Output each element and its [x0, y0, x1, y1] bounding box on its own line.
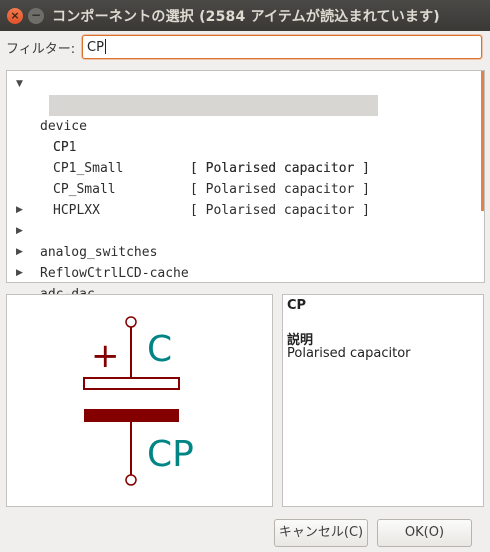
close-icon: × [10, 9, 20, 22]
selection-highlight [49, 95, 378, 116]
tree-component-row[interactable]: CP1_Small [ Polarised capacitor ] [7, 137, 477, 197]
collapsed-arrow-icon[interactable]: ▶ [16, 221, 23, 242]
component-info-panel: CP 説明 Polarised capacitor [282, 294, 484, 507]
tree-scrollbar[interactable] [481, 71, 484, 211]
tree-library-device[interactable]: ▼ device [7, 74, 477, 134]
collapsed-arrow-icon[interactable]: ▶ [16, 242, 23, 263]
tree-component-row[interactable]: CP [ Polarised capacitor ] [7, 95, 477, 176]
tree-library-interface[interactable]: ▶ interface [7, 263, 477, 323]
expanded-arrow-icon[interactable]: ▼ [16, 74, 23, 95]
collapsed-arrow-icon[interactable]: ▶ [16, 200, 23, 221]
info-description: Polarised capacitor [287, 346, 411, 361]
collapsed-arrow-icon[interactable]: ▶ [16, 263, 23, 284]
positive-plate [83, 377, 180, 390]
close-window-button[interactable]: × [7, 8, 23, 24]
filter-input-value: CP [87, 40, 104, 55]
tree-component-row[interactable]: HCPLXX [7, 179, 477, 218]
negative-plate [84, 409, 179, 422]
tree-library-analog-switches[interactable]: ▶ analog_switches [7, 200, 477, 260]
filter-label: フィルター: [6, 42, 76, 57]
text-cursor [104, 39, 106, 54]
minimize-window-button[interactable]: − [28, 8, 44, 24]
value-label: CP [147, 434, 194, 475]
tree-library-adc-dac[interactable]: ▶ adc-dac [7, 242, 477, 302]
component-tree[interactable]: ▼ device CP [ Polarised capacitor ] CP1 … [6, 70, 485, 323]
polarity-plus: + [91, 336, 120, 376]
ok-button[interactable]: OK(O) [377, 519, 472, 547]
symbol-preview: + C CP [6, 294, 273, 507]
capacitor-symbol: + C CP [83, 316, 194, 486]
pin-end-bottom [125, 474, 137, 486]
window-title: コンポーネントの選択 (2584 アイテムが読込まれています) [52, 9, 440, 25]
tree-component-row[interactable]: CP_Small [ Polarised capacitor ] [7, 158, 477, 218]
cancel-button[interactable]: キャンセル(C) [274, 519, 368, 547]
info-component-name: CP [287, 298, 307, 313]
tree-component-row[interactable]: CP1 [ Polarised capacitor ] [7, 116, 477, 176]
tree-library-reflowctrllcd-cache[interactable]: ▶ ReflowCtrlLCD-cache [7, 221, 477, 281]
reference-label: C [147, 329, 172, 370]
minimize-icon: − [30, 8, 42, 22]
pin-end-top [125, 316, 137, 328]
component-chooser-dialog: × − コンポーネントの選択 (2584 アイテムが読込まれています) フィルタ… [0, 0, 490, 552]
title-bar: × − コンポーネントの選択 (2584 アイテムが読込まれています) [0, 0, 490, 31]
filter-input[interactable]: CP [82, 35, 482, 59]
